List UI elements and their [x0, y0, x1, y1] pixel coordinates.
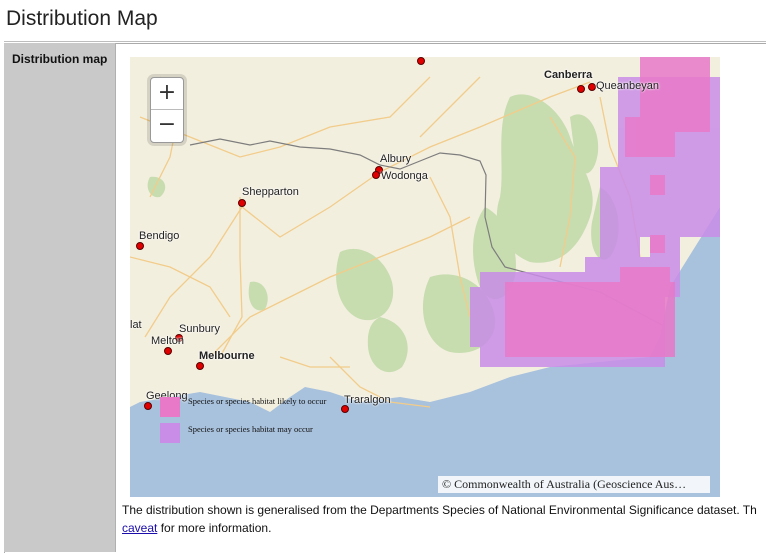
city-label-melbourne: Melbourne	[199, 350, 255, 362]
city-dot	[372, 171, 380, 179]
city-dot	[144, 402, 152, 410]
city-label-bendigo: Bendigo	[139, 230, 180, 242]
city-label-queanbeyan: Queanbeyan	[596, 80, 659, 92]
city-label-canberra: Canberra	[544, 69, 593, 81]
legend-label-may: Species or species habitat may occur	[188, 424, 313, 434]
zoom-control: + −	[150, 77, 184, 143]
legend-swatch-may	[160, 423, 180, 443]
distribution-map[interactable]: + − Canberra Queanbeyan Albury Wodonga S…	[130, 57, 720, 497]
city-label-edge: lat	[130, 319, 142, 331]
city-dot	[196, 362, 204, 370]
city-label-traralgon: Traralgon	[344, 394, 391, 406]
title-divider	[4, 41, 766, 42]
city-dot	[417, 57, 425, 65]
legend-swatch-likely	[160, 397, 180, 417]
page-title: Distribution Map	[6, 7, 158, 30]
city-label-sunbury: Sunbury	[179, 323, 220, 335]
legend-label-likely: Species or species habitat likely to occ…	[188, 396, 327, 406]
sidebar-label: Distribution map	[12, 52, 108, 66]
map-attribution: © Commonwealth of Australia (Geoscience …	[438, 476, 710, 493]
city-label-albury: Albury	[380, 153, 412, 165]
city-label-shepparton: Shepparton	[242, 186, 299, 198]
caption-text: The distribution shown is generalised fr…	[122, 503, 757, 517]
city-dot	[588, 83, 596, 91]
sidebar: Distribution map	[4, 43, 116, 552]
caveat-link[interactable]: caveat	[122, 521, 157, 535]
zoom-out-button[interactable]: −	[151, 109, 183, 141]
city-dot	[238, 199, 246, 207]
caption-text-after: for more information.	[157, 521, 272, 535]
city-dot	[164, 347, 172, 355]
zoom-in-button[interactable]: +	[151, 78, 183, 109]
city-dot	[136, 242, 144, 250]
city-label-melton: Melton	[151, 335, 185, 347]
city-label-wodonga: Wodonga	[381, 170, 428, 182]
city-dot	[577, 85, 585, 93]
city-dot	[341, 405, 349, 413]
map-caption: The distribution shown is generalised fr…	[122, 501, 766, 537]
